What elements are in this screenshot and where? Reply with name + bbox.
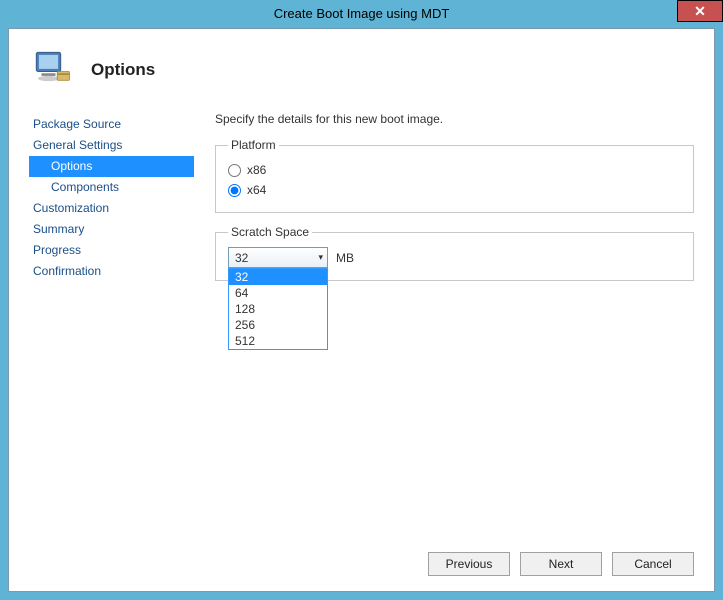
nav-item-package-source[interactable]: Package Source	[29, 114, 194, 135]
wizard-window: Create Boot Image using MDT ✕ Options Pa	[0, 0, 723, 600]
close-icon: ✕	[694, 3, 706, 19]
window-title: Create Boot Image using MDT	[274, 6, 450, 21]
nav-item-customization[interactable]: Customization	[29, 198, 194, 219]
nav-item-summary[interactable]: Summary	[29, 219, 194, 240]
platform-legend: Platform	[228, 138, 279, 152]
scratch-selected-value: 32	[235, 251, 248, 265]
nav-item-confirmation[interactable]: Confirmation	[29, 261, 194, 282]
previous-button[interactable]: Previous	[428, 552, 510, 576]
client-area: Options Package Source General Settings …	[8, 28, 715, 592]
radio-x64-input[interactable]	[228, 184, 241, 197]
nav-item-components[interactable]: Components	[29, 177, 194, 198]
cancel-button[interactable]: Cancel	[612, 552, 694, 576]
dropdown-option-64[interactable]: 64	[229, 285, 327, 301]
dropdown-option-128[interactable]: 128	[229, 301, 327, 317]
dropdown-option-256[interactable]: 256	[229, 317, 327, 333]
nav-item-progress[interactable]: Progress	[29, 240, 194, 261]
dropdown-option-512[interactable]: 512	[229, 333, 327, 349]
chevron-down-icon: ▾	[318, 252, 323, 263]
radio-x64[interactable]: x64	[228, 180, 681, 200]
instruction-text: Specify the details for this new boot im…	[215, 112, 694, 126]
computer-icon	[31, 47, 73, 92]
radio-x86-input[interactable]	[228, 164, 241, 177]
scratch-space-select[interactable]: 32 ▾ 32 64 128 256 512	[228, 247, 328, 268]
scratch-unit-label: MB	[336, 251, 354, 265]
radio-x86[interactable]: x86	[228, 160, 681, 180]
wizard-body: Package Source General Settings Options …	[9, 112, 714, 554]
platform-group: Platform x86 x64	[215, 138, 694, 213]
close-button[interactable]: ✕	[677, 0, 723, 22]
content-panel: Specify the details for this new boot im…	[194, 112, 694, 554]
nav-item-general-settings[interactable]: General Settings	[29, 135, 194, 156]
scratch-dropdown: 32 64 128 256 512	[228, 268, 328, 350]
scratch-combo-row: 32 ▾ 32 64 128 256 512 MB	[228, 247, 681, 268]
nav-sidebar: Package Source General Settings Options …	[29, 112, 194, 554]
wizard-header: Options	[9, 29, 714, 112]
titlebar: Create Boot Image using MDT ✕	[0, 0, 723, 28]
next-button[interactable]: Next	[520, 552, 602, 576]
nav-item-options[interactable]: Options	[29, 156, 194, 177]
page-title: Options	[91, 60, 155, 80]
scratch-legend: Scratch Space	[228, 225, 312, 239]
scratch-space-group: Scratch Space 32 ▾ 32 64 128 256 512	[215, 225, 694, 281]
radio-x86-label: x86	[247, 163, 266, 177]
dropdown-option-32[interactable]: 32	[229, 269, 327, 285]
wizard-footer: Previous Next Cancel	[9, 547, 714, 591]
radio-x64-label: x64	[247, 183, 266, 197]
